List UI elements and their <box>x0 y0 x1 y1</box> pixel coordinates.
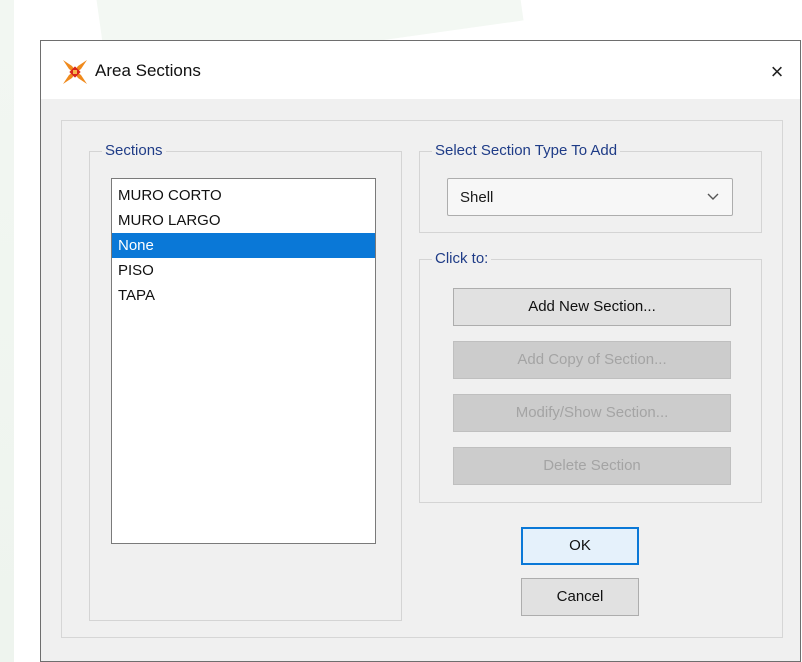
add-copy-section-button[interactable]: Add Copy of Section... <box>453 341 731 379</box>
section-type-group-label: Select Section Type To Add <box>432 142 621 160</box>
click-to-group-label: Click to: <box>432 250 492 268</box>
cancel-button[interactable]: Cancel <box>521 578 639 616</box>
sections-list[interactable]: MURO CORTO MURO LARGO None PISO TAPA <box>111 178 376 544</box>
list-item-muro-corto[interactable]: MURO CORTO <box>112 183 375 208</box>
section-type-value: Shell <box>460 189 494 206</box>
list-item-muro-largo[interactable]: MURO LARGO <box>112 208 375 233</box>
section-type-dropdown[interactable]: Shell <box>447 178 733 216</box>
add-new-section-button[interactable]: Add New Section... <box>453 288 731 326</box>
list-item-piso[interactable]: PISO <box>112 258 375 283</box>
sap-app-icon <box>63 60 87 84</box>
background-strip <box>0 0 14 662</box>
list-item-none[interactable]: None <box>112 233 375 258</box>
chevron-down-icon <box>707 193 719 200</box>
title-bar: Area Sections × <box>41 41 800 99</box>
delete-section-button[interactable]: Delete Section <box>453 447 731 485</box>
ok-button[interactable]: OK <box>521 527 639 565</box>
sections-group-label: Sections <box>102 142 166 160</box>
close-button[interactable]: × <box>754 55 800 89</box>
area-sections-dialog: Area Sections × Sections MURO CORTO MURO… <box>40 40 801 662</box>
dialog-title: Area Sections <box>95 61 201 80</box>
list-item-tapa[interactable]: TAPA <box>112 283 375 308</box>
dialog-client-area: Sections MURO CORTO MURO LARGO None PISO… <box>41 99 800 661</box>
modify-show-section-button[interactable]: Modify/Show Section... <box>453 394 731 432</box>
